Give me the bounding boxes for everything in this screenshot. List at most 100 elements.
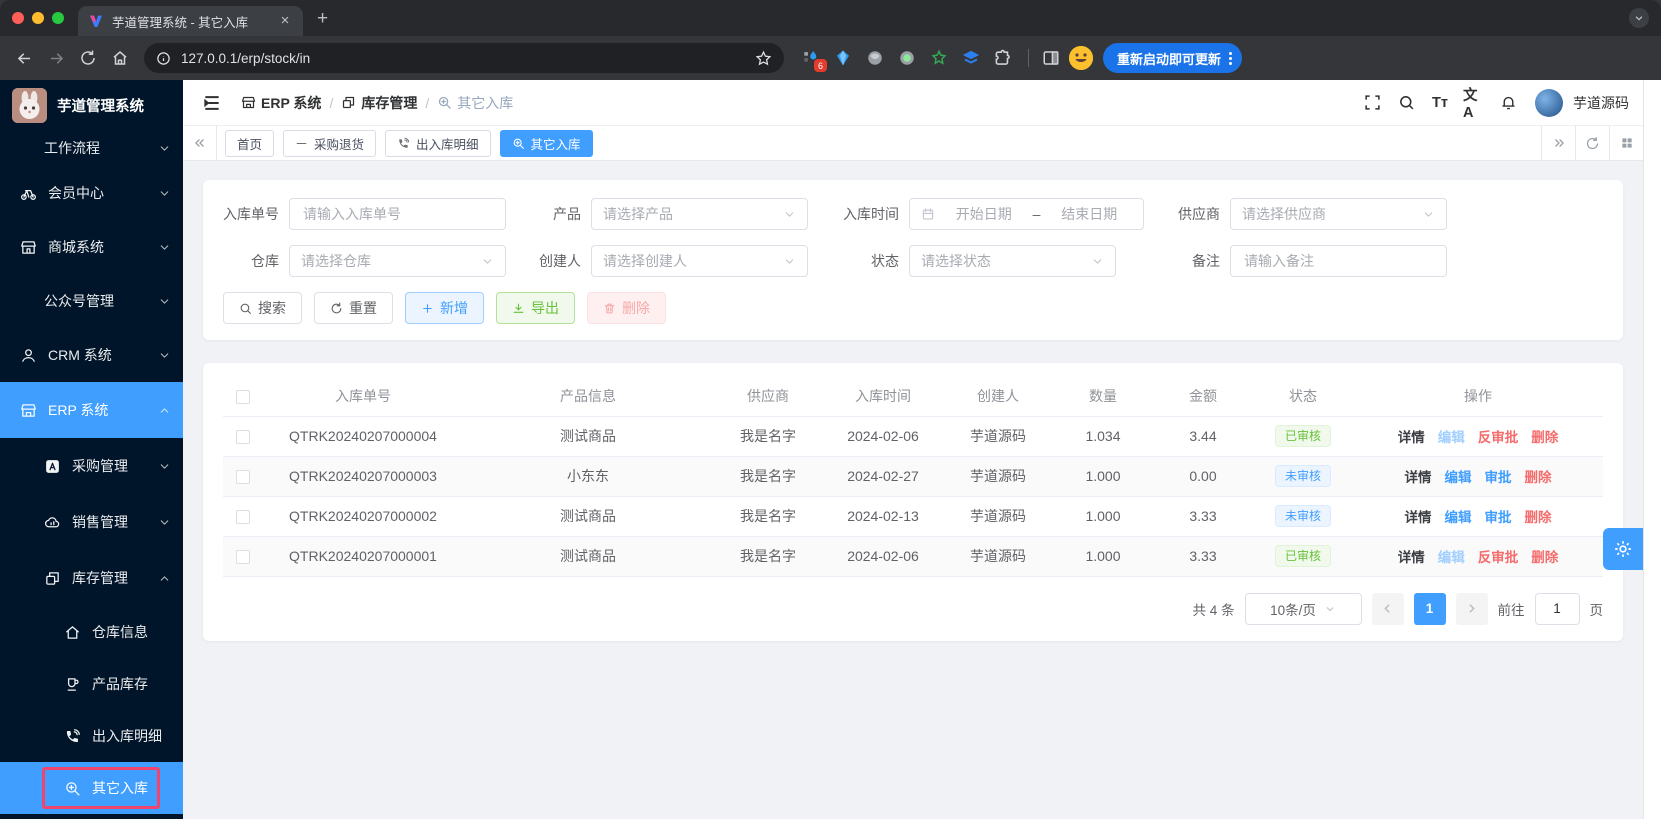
新增-button[interactable]: 新增 [405, 292, 484, 324]
select-all-checkbox[interactable] [236, 390, 250, 404]
sphere-extension-icon[interactable] [864, 47, 886, 69]
site-info-icon[interactable] [156, 51, 171, 66]
select-创建人[interactable]: 请选择创建人 [591, 245, 808, 277]
theme-settings-gear-icon[interactable] [1603, 528, 1643, 570]
text-input-备注[interactable] [1230, 245, 1447, 277]
详情-action-link[interactable]: 详情 [1398, 426, 1425, 446]
breadcrumb-item[interactable]: ERP 系统 [241, 93, 321, 113]
extensions-puzzle-icon[interactable] [992, 47, 1014, 69]
url-bar[interactable]: 127.0.0.1/erp/stock/in [144, 43, 784, 73]
删除-action-link[interactable]: 删除 [1525, 466, 1552, 486]
select-产品[interactable]: 请选择产品 [591, 198, 808, 230]
sidebar-item-会员中心[interactable]: 会员中心 [0, 166, 183, 220]
profile-avatar[interactable] [1069, 46, 1093, 70]
font-size-icon[interactable]: Tт [1425, 88, 1455, 118]
select-仓库[interactable]: 请选择仓库 [289, 245, 506, 277]
browser-tab[interactable]: 芋道管理系统 - 其它入库 × [78, 6, 303, 36]
back-icon[interactable] [10, 44, 38, 72]
forward-icon[interactable] [42, 44, 70, 72]
search-icon[interactable] [1391, 88, 1421, 118]
sidebar-item-销售管理[interactable]: 销售管理 [0, 494, 183, 550]
tab-search-button[interactable] [1629, 8, 1649, 28]
sidebar-item-库存管理[interactable]: 库存管理 [0, 550, 183, 606]
删除-action-link[interactable]: 删除 [1531, 546, 1558, 566]
user-avatar[interactable] [1535, 89, 1563, 117]
row-checkbox[interactable] [236, 470, 250, 484]
重置-button[interactable]: 重置 [314, 292, 393, 324]
删除-action-link[interactable]: 删除 [1531, 426, 1558, 446]
sidebar-item-CRM 系统[interactable]: CRM 系统 [0, 328, 183, 382]
green-dot-extension-icon[interactable] [896, 47, 918, 69]
row-checkbox[interactable] [236, 430, 250, 444]
notifications-bell-icon[interactable] [1493, 88, 1523, 118]
page-number-button[interactable]: 1 [1414, 593, 1446, 625]
chevron-up-icon [158, 572, 171, 585]
layers-extension-icon[interactable] [960, 47, 982, 69]
text-input-入库单号[interactable] [289, 198, 506, 230]
tags-scroll-right-icon[interactable] [1541, 126, 1575, 160]
row-checkbox[interactable] [236, 550, 250, 564]
编辑-action-link[interactable]: 编辑 [1445, 506, 1472, 526]
date-range-picker[interactable]: 开始日期–结束日期 [909, 198, 1144, 230]
审批-action-link[interactable]: 审批 [1485, 506, 1512, 526]
next-page-button[interactable] [1456, 593, 1488, 625]
搜索-button[interactable]: 搜索 [223, 292, 302, 324]
sidebar-item-工作流程[interactable]: 工作流程 [0, 130, 183, 166]
language-icon[interactable]: 文A [1459, 88, 1489, 118]
row-checkbox[interactable] [236, 510, 250, 524]
breadcrumb-item[interactable]: 库存管理 [341, 93, 417, 113]
sidebar-item-商城系统[interactable]: 商城系统 [0, 220, 183, 274]
导出-button[interactable]: 导出 [496, 292, 575, 324]
extension-icon[interactable]: 6 [800, 47, 822, 69]
browser-scroll-gutter[interactable] [1643, 80, 1661, 819]
sidebar-item-仓库信息[interactable]: 仓库信息 [0, 606, 183, 658]
编辑-action-link[interactable]: 编辑 [1445, 466, 1472, 486]
sidebar-item-产品库存[interactable]: 产品库存 [0, 658, 183, 710]
bookmark-star-icon[interactable] [755, 50, 772, 67]
select-供应商[interactable]: 请选择供应商 [1230, 198, 1447, 230]
new-tab-button[interactable]: + [303, 8, 342, 36]
tags-scroll-left-icon[interactable] [183, 126, 217, 160]
zoom-window-button[interactable] [52, 12, 64, 24]
star-extension-icon[interactable] [928, 47, 950, 69]
url-text[interactable]: 127.0.0.1/erp/stock/in [181, 51, 745, 66]
browser-menu-icon[interactable] [1229, 52, 1232, 65]
window-controls[interactable] [0, 0, 78, 36]
gem-extension-icon[interactable] [832, 47, 854, 69]
删除-action-link[interactable]: 删除 [1525, 506, 1552, 526]
tags-refresh-icon[interactable] [1575, 126, 1609, 160]
home-icon[interactable] [106, 44, 134, 72]
prev-page-button[interactable] [1372, 593, 1404, 625]
tags-layout-grid-icon[interactable] [1609, 126, 1643, 160]
详情-action-link[interactable]: 详情 [1398, 546, 1425, 566]
fullscreen-icon[interactable] [1357, 88, 1387, 118]
sidebar-item-出入库明细[interactable]: 出入库明细 [0, 710, 183, 762]
sidebar-item-采购管理[interactable]: 采购管理 [0, 438, 183, 494]
close-window-button[interactable] [12, 12, 24, 24]
page-size-select[interactable]: 10条/页 [1245, 593, 1362, 625]
tab-首页[interactable]: 首页 [225, 130, 274, 157]
collapse-menu-icon[interactable] [197, 88, 227, 118]
sidebar-item-其它入库[interactable]: 其它入库 [0, 762, 183, 814]
minus-icon [295, 137, 308, 150]
browser-update-button[interactable]: 重新启动即可更新 [1103, 43, 1242, 73]
input-field[interactable] [1242, 252, 1435, 270]
详情-action-link[interactable]: 详情 [1405, 506, 1432, 526]
反审批-action-link[interactable]: 反审批 [1478, 426, 1519, 446]
input-field[interactable] [301, 205, 494, 223]
tab-采购退货[interactable]: 采购退货 [283, 130, 376, 157]
反审批-action-link[interactable]: 反审批 [1478, 546, 1519, 566]
minimize-window-button[interactable] [32, 12, 44, 24]
sidebar-item-公众号管理[interactable]: 公众号管理 [0, 274, 183, 328]
select-状态[interactable]: 请选择状态 [909, 245, 1116, 277]
审批-action-link[interactable]: 审批 [1485, 466, 1512, 486]
tab-出入库明细[interactable]: 出入库明细 [385, 130, 491, 157]
tab-其它入库[interactable]: 其它入库 [500, 130, 593, 157]
reload-icon[interactable] [74, 44, 102, 72]
side-panel-icon[interactable] [1037, 44, 1065, 72]
user-name[interactable]: 芋道源码 [1573, 93, 1629, 113]
goto-page-input[interactable] [1535, 593, 1580, 625]
tab-close-icon[interactable]: × [277, 13, 293, 29]
sidebar-item-ERP 系统[interactable]: ERP 系统 [0, 382, 183, 438]
详情-action-link[interactable]: 详情 [1405, 466, 1432, 486]
